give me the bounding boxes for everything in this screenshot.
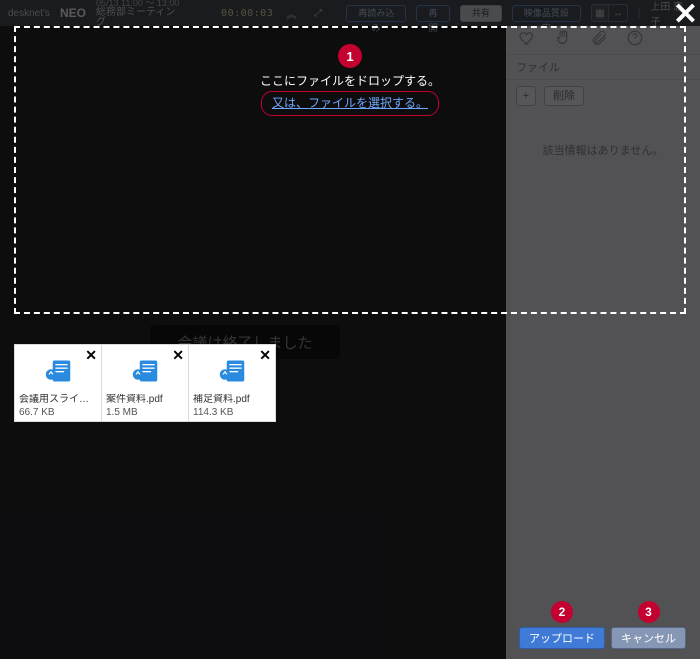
select-file-link-wrap[interactable]: 又は、ファイルを選択する。 [261, 91, 439, 116]
file-thumbnail: ✕ 案件資料.pdf 1.5 MB [101, 344, 189, 422]
select-file-link[interactable]: 又は、ファイルを選択する。 [272, 96, 428, 110]
file-name: 会議用スライド.… [19, 394, 97, 407]
step-badge-2: 2 [551, 601, 573, 623]
dropzone-text: ここにファイルをドロップする。 [16, 72, 684, 89]
remove-file-icon[interactable]: ✕ [259, 347, 271, 364]
file-size: 114.3 KB [193, 407, 271, 420]
file-thumbnail: ✕ 会議用スライド.… 66.7 KB [14, 344, 102, 422]
file-thumbnail-row: ✕ 会議用スライド.… 66.7 KB ✕ 案件資料.pdf 1.5 MB ✕ … [14, 344, 276, 422]
file-size: 66.7 KB [19, 407, 97, 420]
remove-file-icon[interactable]: ✕ [172, 347, 184, 364]
step-badge-1: 1 [338, 44, 362, 68]
file-thumbnail: ✕ 補足資料.pdf 114.3 KB [188, 344, 276, 422]
file-dropzone[interactable]: 1 ここにファイルをドロップする。 又は、ファイルを選択する。 [14, 26, 686, 314]
upload-button[interactable]: アップロード [519, 627, 605, 649]
remove-file-icon[interactable]: ✕ [85, 347, 97, 364]
step-badge-3: 3 [638, 601, 660, 623]
dialog-button-row: 2 アップロード 3 キャンセル [519, 601, 686, 649]
file-name: 案件資料.pdf [106, 394, 184, 407]
file-name: 補足資料.pdf [193, 394, 271, 407]
file-size: 1.5 MB [106, 407, 184, 420]
cancel-button[interactable]: キャンセル [611, 627, 686, 649]
